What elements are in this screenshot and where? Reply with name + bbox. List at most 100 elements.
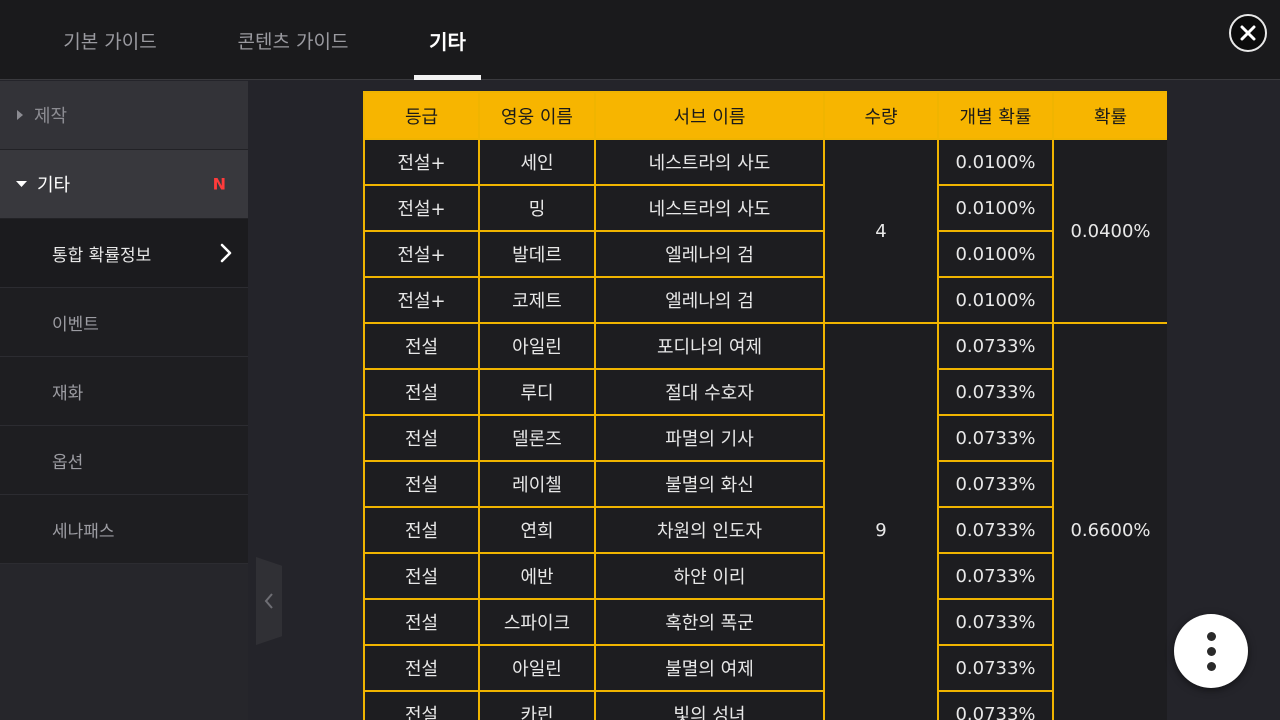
cell-hero-name: 밍 <box>478 184 596 232</box>
table-row: 전설+ 세인 네스트라의 사도 4 0.0100% 0.0400% <box>363 138 1167 324</box>
sidebar-item-label: 재화 <box>52 383 84 404</box>
sidebar-item-sena-pass[interactable]: 세나패스 <box>0 495 248 564</box>
new-badge: N <box>212 174 226 194</box>
cell-grade: 전설+ <box>363 276 480 324</box>
cell-grade: 전설 <box>363 460 480 508</box>
more-vertical-icon <box>1206 631 1216 641</box>
cell-grade: 전설 <box>363 506 480 554</box>
chevron-right-icon <box>220 243 232 263</box>
sidebar-item-probability-info[interactable]: 통합 확률정보 <box>0 219 248 288</box>
cell-sub-name: 파멸의 기사 <box>594 414 825 462</box>
cell-hero-name: 아일린 <box>478 644 596 692</box>
cell-hero-name: 루디 <box>478 368 596 416</box>
sidebar-item-label: 세나패스 <box>52 521 115 542</box>
probability-table: 등급 영웅 이름 서브 이름 수량 개별 확률 확률 전설+ 세인 네스트라의 사도… <box>363 91 1167 720</box>
cell-grade: 전설+ <box>363 184 480 232</box>
cell-sub-name: 포디나의 여제 <box>594 322 825 370</box>
cell-sub-name: 절대 수호자 <box>594 368 825 416</box>
cell-sub-name: 차원의 인도자 <box>594 506 825 554</box>
cell-grade: 전설 <box>363 322 480 370</box>
cell-grade: 전설 <box>363 414 480 462</box>
cell-quantity: 9 <box>823 322 939 720</box>
cell-sub-name: 하얀 이리 <box>594 552 825 600</box>
header-sub-name: 서브 이름 <box>594 91 825 140</box>
cell-grade: 전설+ <box>363 230 480 278</box>
sidebar-section-production[interactable]: 제작 <box>0 81 248 150</box>
table-row: 전설+ 발데르 엘레나의 검 0.0100% <box>363 230 1167 278</box>
cell-individual-probability: 0.0733% <box>937 506 1054 554</box>
cell-group-probability: 0.0400% <box>1052 138 1167 324</box>
cell-sub-name: 네스트라의 사도 <box>594 184 825 232</box>
cell-grade: 전설 <box>363 598 480 646</box>
cell-individual-probability: 0.0100% <box>937 138 1054 186</box>
table-row: 전설 아일린 불멸의 여제 0.0733% <box>363 644 1167 692</box>
tab-etc[interactable]: 기타 <box>414 0 481 80</box>
cell-sub-name: 혹한의 폭군 <box>594 598 825 646</box>
cell-hero-name: 코제트 <box>478 276 596 324</box>
sidebar-item-option[interactable]: 옵션 <box>0 426 248 495</box>
table-body: 전설+ 세인 네스트라의 사도 4 0.0100% 0.0400% 전설+ 밍 네스트라의 사도… <box>363 138 1167 720</box>
cell-grade: 전설 <box>363 644 480 692</box>
table-row: 전설+ 밍 네스트라의 사도 0.0100% <box>363 184 1167 232</box>
cell-grade: 전설 <box>363 368 480 416</box>
cell-individual-probability: 0.0733% <box>937 598 1054 646</box>
cell-individual-probability: 0.0100% <box>937 230 1054 278</box>
cell-individual-probability: 0.0733% <box>937 368 1054 416</box>
more-vertical-icon-dot <box>1206 646 1216 656</box>
more-vertical-icon-dot <box>1206 661 1216 671</box>
header-probability: 확률 <box>1052 91 1167 140</box>
cell-hero-name: 세인 <box>478 138 596 186</box>
table-header-row: 등급 영웅 이름 서브 이름 수량 개별 확률 확률 <box>363 91 1167 140</box>
header-hero-name: 영웅 이름 <box>478 91 596 140</box>
cell-grade: 전설+ <box>363 138 480 186</box>
table-row: 전설 델론즈 파멸의 기사 0.0733% <box>363 414 1167 462</box>
cell-hero-name: 카린 <box>478 690 596 720</box>
cell-individual-probability: 0.0733% <box>937 322 1054 370</box>
probability-table-container: 등급 영웅 이름 서브 이름 수량 개별 확률 확률 전설+ 세인 네스트라의 사도… <box>363 91 1167 720</box>
cell-sub-name: 엘레나의 검 <box>594 230 825 278</box>
cell-individual-probability: 0.0733% <box>937 414 1054 462</box>
cell-individual-probability: 0.0733% <box>937 690 1054 720</box>
caret-down-icon <box>16 181 27 187</box>
cell-individual-probability: 0.0733% <box>937 460 1054 508</box>
cell-individual-probability: 0.0733% <box>937 552 1054 600</box>
table-row: 전설 연희 차원의 인도자 0.0733% <box>363 506 1167 554</box>
table-row: 전설 루디 절대 수호자 0.0733% <box>363 368 1167 416</box>
cell-hero-name: 레이첼 <box>478 460 596 508</box>
chevron-left-icon <box>264 593 273 609</box>
tab-content-guide[interactable]: 콘텐츠 가이드 <box>222 0 364 80</box>
table-row: 전설 카린 빛의 성녀 0.0733% <box>363 690 1167 720</box>
cell-hero-name: 델론즈 <box>478 414 596 462</box>
cell-hero-name: 에반 <box>478 552 596 600</box>
sidebar-item-currency[interactable]: 재화 <box>0 357 248 426</box>
table-row: 전설 레이첼 불멸의 화신 0.0733% <box>363 460 1167 508</box>
more-options-button[interactable] <box>1174 614 1248 688</box>
cell-individual-probability: 0.0100% <box>937 184 1054 232</box>
table-row: 전설 스파이크 혹한의 폭군 0.0733% <box>363 598 1167 646</box>
sidebar-section-etc[interactable]: 기타 N <box>0 150 248 219</box>
sidebar-collapse-handle[interactable] <box>256 557 282 645</box>
sidebar-section-label: 기타 <box>37 175 71 196</box>
sidebar-item-label: 옵션 <box>52 452 84 473</box>
cell-sub-name: 불멸의 여제 <box>594 644 825 692</box>
header-grade: 등급 <box>363 91 480 140</box>
top-tab-bar: 기본 가이드 콘텐츠 가이드 기타 <box>0 0 1280 80</box>
cell-sub-name: 불멸의 화신 <box>594 460 825 508</box>
cell-grade: 전설 <box>363 552 480 600</box>
cell-grade: 전설 <box>363 690 480 720</box>
cell-hero-name: 스파이크 <box>478 598 596 646</box>
tab-basic-guide[interactable]: 기본 가이드 <box>40 0 180 80</box>
sidebar-item-event[interactable]: 이벤트 <box>0 288 248 357</box>
cell-quantity: 4 <box>823 138 939 324</box>
cell-hero-name: 아일린 <box>478 322 596 370</box>
sidebar-item-label: 이벤트 <box>52 314 99 335</box>
table-row: 전설 아일린 포디나의 여제 9 0.0733% 0.6600% <box>363 322 1167 720</box>
table-row: 전설 에반 하얀 이리 0.0733% <box>363 552 1167 600</box>
caret-right-icon <box>17 110 23 120</box>
cell-hero-name: 연희 <box>478 506 596 554</box>
cell-individual-probability: 0.0733% <box>937 644 1054 692</box>
sidebar-section-label: 제작 <box>34 106 68 127</box>
cell-hero-name: 발데르 <box>478 230 596 278</box>
close-button[interactable] <box>1229 14 1267 52</box>
cell-sub-name: 빛의 성녀 <box>594 690 825 720</box>
